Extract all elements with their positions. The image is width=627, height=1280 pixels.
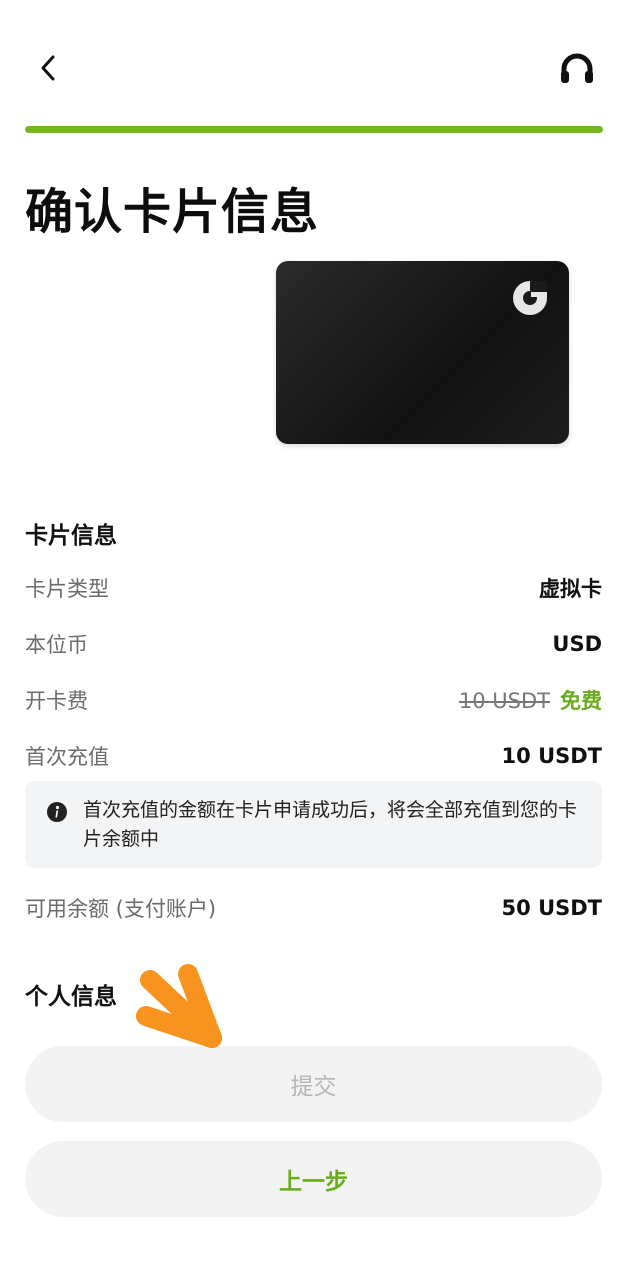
balance-row: 可用余额 (支付账户) 50 USDT — [25, 888, 602, 928]
progress-bar-fill — [25, 126, 603, 133]
headset-icon — [561, 53, 593, 83]
currency-value: USD — [552, 632, 602, 656]
first-topup-value: 10 USDT — [501, 744, 602, 768]
virtual-card-image — [276, 261, 569, 444]
customer-support-button[interactable] — [553, 46, 601, 90]
card-type-row: 卡片类型 虚拟卡 — [25, 568, 602, 608]
previous-step-button[interactable]: 上一步 — [25, 1141, 602, 1217]
balance-label: 可用余额 (支付账户) — [25, 897, 217, 921]
balance-value: 50 USDT — [501, 896, 602, 920]
topup-notice: 首次充值的金额在卡片申请成功后，将会全部充值到您的卡片余额中 — [25, 781, 602, 868]
personal-info-section-title: 个人信息 — [25, 984, 117, 1010]
fee-original-price: 10 USDT — [458, 689, 550, 713]
first-topup-row: 首次充值 10 USDT — [25, 736, 602, 776]
card-type-label: 卡片类型 — [25, 577, 109, 601]
annotation-arrow-icon — [136, 964, 222, 1048]
info-icon — [47, 802, 67, 822]
back-button[interactable] — [30, 50, 66, 86]
topup-notice-text: 首次充值的金额在卡片申请成功后，将会全部充值到您的卡片余额中 — [83, 799, 578, 850]
progress-bar — [25, 126, 603, 133]
first-topup-label: 首次充值 — [25, 745, 109, 769]
chevron-left-icon — [41, 55, 55, 81]
card-info-section-title: 卡片信息 — [25, 523, 117, 549]
fee-row: 开卡费 10 USDT 免费 — [25, 680, 602, 720]
card-type-value: 虚拟卡 — [539, 577, 602, 601]
currency-label: 本位币 — [25, 633, 88, 657]
page-title: 确认卡片信息 — [25, 184, 320, 240]
fee-value: 10 USDT 免费 — [459, 685, 602, 715]
brand-logo-icon — [513, 281, 547, 315]
fee-free-badge: 免费 — [560, 689, 602, 713]
fee-label: 开卡费 — [25, 689, 88, 713]
submit-button[interactable]: 提交 — [25, 1046, 602, 1122]
currency-row: 本位币 USD — [25, 624, 602, 664]
